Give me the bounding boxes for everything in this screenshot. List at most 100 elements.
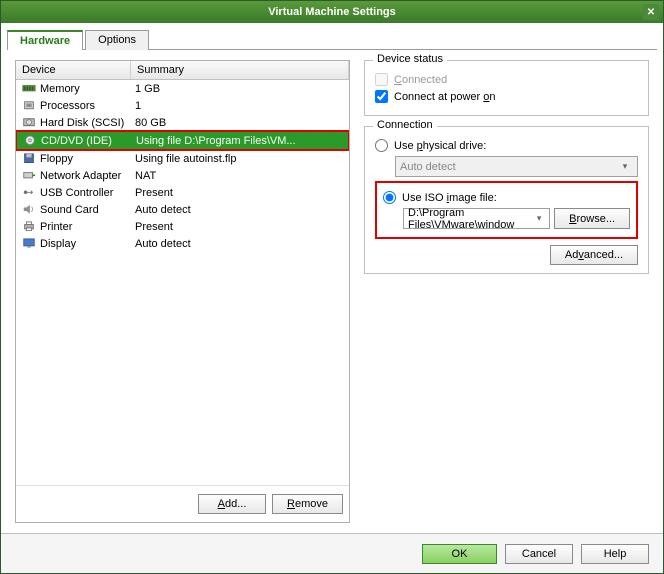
browse-button[interactable]: Browse... [554, 208, 630, 229]
device-name: Display [40, 238, 76, 250]
iso-row: Use ISO image file: [383, 191, 630, 204]
iso-field: D:\Program Files\VMware\window ▾ Browse.… [403, 208, 630, 229]
device-name: Printer [40, 221, 72, 233]
summary-cell: Present [131, 187, 349, 199]
device-name: Memory [40, 83, 80, 95]
iso-radio[interactable] [383, 191, 396, 204]
cd-icon [23, 135, 37, 147]
table-row[interactable]: CD/DVD (IDE) Using file D:\Program Files\… [17, 132, 348, 149]
memory-icon [22, 83, 36, 95]
device-buttons: Add... Remove [16, 485, 349, 522]
iso-section-highlight: Use ISO image file: D:\Program Files\VMw… [375, 181, 638, 239]
table-row[interactable]: Sound Card Auto detect [16, 201, 349, 218]
summary-cell: Using file autoinst.flp [131, 153, 349, 165]
device-name: CD/DVD (IDE) [41, 135, 112, 147]
right-panel: Device status Connected Connect at power… [364, 60, 649, 523]
titlebar: Virtual Machine Settings ✕ [1, 1, 663, 23]
connect-poweron-checkbox[interactable] [375, 90, 388, 103]
summary-cell: 1 GB [131, 83, 349, 95]
summary-cell: Auto detect [131, 204, 349, 216]
connected-checkbox [375, 73, 388, 86]
connect-poweron-label: Connect at power on [394, 91, 496, 103]
connection-group: Connection Use physical drive: Auto dete… [364, 126, 649, 274]
connection-legend: Connection [373, 119, 437, 131]
physical-drive-label: Use physical drive: [394, 140, 486, 152]
help-button[interactable]: Help [581, 544, 649, 564]
device-name: Processors [40, 100, 95, 112]
summary-cell: Using file D:\Program Files\VM... [132, 135, 348, 147]
iso-label: Use ISO image file: [402, 192, 497, 204]
printer-icon [22, 221, 36, 233]
device-cell: USB Controller [16, 187, 131, 199]
physical-drive-dropdown: Auto detect ▾ [395, 156, 638, 177]
ok-button[interactable]: OK [422, 544, 497, 564]
header-device[interactable]: Device [16, 61, 131, 79]
tab-bar: Hardware Options [7, 29, 657, 50]
physical-drive-value: Auto detect [400, 161, 456, 173]
device-cell: CD/DVD (IDE) [17, 135, 132, 147]
device-list-panel: Device Summary Memory 1 GB Processors 1 Hard… [15, 60, 350, 523]
content-area: Hardware Options Device Summary Memory 1 … [1, 23, 663, 573]
advanced-button[interactable]: Advanced... [550, 245, 638, 265]
header-summary[interactable]: Summary [131, 61, 349, 79]
table-header: Device Summary [16, 61, 349, 80]
hdd-icon [22, 117, 36, 129]
device-name: USB Controller [40, 187, 113, 199]
floppy-icon [22, 153, 36, 165]
device-cell: Memory [16, 83, 131, 95]
remove-button[interactable]: Remove [272, 494, 343, 514]
selection-highlight: CD/DVD (IDE) Using file D:\Program Files\… [16, 130, 349, 151]
connect-poweron-row: Connect at power on [375, 90, 638, 103]
table-row[interactable]: Printer Present [16, 218, 349, 235]
table-row[interactable]: USB Controller Present [16, 184, 349, 201]
device-name: Network Adapter [40, 170, 121, 182]
table-row[interactable]: Hard Disk (SCSI) 80 GB [16, 114, 349, 131]
device-cell: Printer [16, 221, 131, 233]
chevron-down-icon: ▾ [617, 161, 633, 172]
device-cell: Floppy [16, 153, 131, 165]
iso-path-dropdown[interactable]: D:\Program Files\VMware\window ▾ [403, 208, 550, 229]
device-cell: Sound Card [16, 204, 131, 216]
device-cell: Processors [16, 100, 131, 112]
device-cell: Network Adapter [16, 170, 131, 182]
device-cell: Display [16, 238, 131, 250]
display-icon [22, 238, 36, 250]
tab-hardware[interactable]: Hardware [7, 30, 83, 50]
device-name: Sound Card [40, 204, 99, 216]
add-button[interactable]: Add... [198, 494, 266, 514]
summary-cell: Auto detect [131, 238, 349, 250]
device-status-group: Device status Connected Connect at power… [364, 60, 649, 116]
table-row[interactable]: Network Adapter NAT [16, 167, 349, 184]
sound-icon [22, 204, 36, 216]
summary-cell: 1 [131, 100, 349, 112]
main-panel: Device Summary Memory 1 GB Processors 1 Hard… [1, 50, 663, 533]
connected-row: Connected [375, 73, 638, 86]
device-name: Floppy [40, 153, 73, 165]
summary-cell: 80 GB [131, 117, 349, 129]
device-name: Hard Disk (SCSI) [40, 117, 124, 129]
device-cell: Hard Disk (SCSI) [16, 117, 131, 129]
physical-drive-radio[interactable] [375, 139, 388, 152]
net-icon [22, 170, 36, 182]
summary-cell: Present [131, 221, 349, 233]
table-row[interactable]: Memory 1 GB [16, 80, 349, 97]
advanced-row: Advanced... [375, 245, 638, 265]
connected-label: Connected [394, 74, 447, 86]
cpu-icon [22, 100, 36, 112]
summary-cell: NAT [131, 170, 349, 182]
table-row[interactable]: Floppy Using file autoinst.flp [16, 150, 349, 167]
table-row[interactable]: Processors 1 [16, 97, 349, 114]
physical-drive-row: Use physical drive: [375, 139, 638, 152]
cancel-button[interactable]: Cancel [505, 544, 573, 564]
tab-options[interactable]: Options [85, 30, 149, 50]
chevron-down-icon[interactable]: ▾ [533, 213, 545, 224]
window-title: Virtual Machine Settings [268, 6, 396, 18]
iso-path-value: D:\Program Files\VMware\window [408, 207, 533, 231]
settings-window: Virtual Machine Settings ✕ Hardware Opti… [0, 0, 664, 574]
device-table: Device Summary Memory 1 GB Processors 1 Hard… [16, 61, 349, 485]
physical-drive-field: Auto detect ▾ [395, 156, 638, 177]
usb-icon [22, 187, 36, 199]
table-row[interactable]: Display Auto detect [16, 235, 349, 252]
dialog-footer: OK Cancel Help [1, 533, 663, 573]
close-icon[interactable]: ✕ [643, 4, 659, 20]
